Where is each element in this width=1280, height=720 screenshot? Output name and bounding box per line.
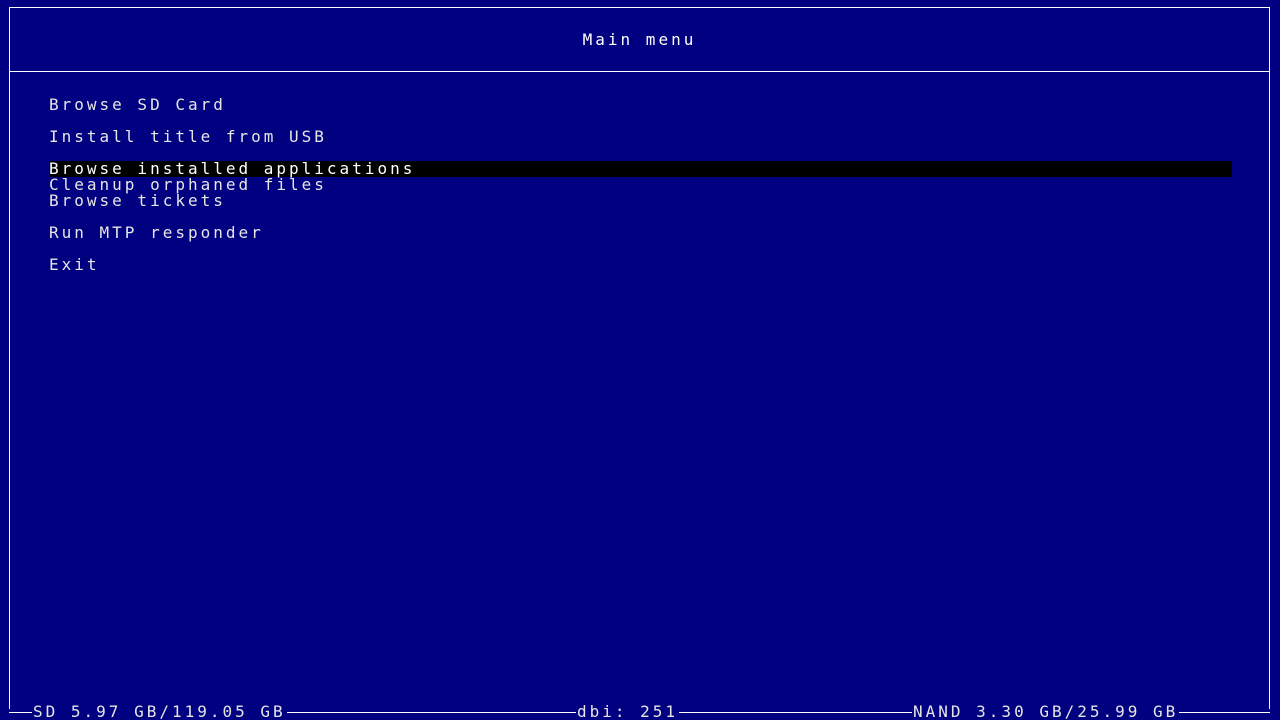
title-separator <box>9 71 1270 72</box>
menu-item-install-title-usb[interactable]: Install title from USB <box>49 129 327 145</box>
menu-item-run-mtp-responder[interactable]: Run MTP responder <box>49 225 264 241</box>
page-title: Main menu <box>582 30 697 49</box>
menu-item-browse-tickets[interactable]: Browse tickets <box>49 193 226 209</box>
dbi-version-status: dbi: 251 <box>576 702 680 720</box>
menu-item-exit[interactable]: Exit <box>49 257 100 273</box>
sd-storage-status: SD 5.97 GB/119.05 GB <box>32 702 287 720</box>
nand-storage-status: NAND 3.30 GB/25.99 GB <box>912 702 1180 720</box>
menu-item-browse-sd-card[interactable]: Browse SD Card <box>49 97 226 113</box>
